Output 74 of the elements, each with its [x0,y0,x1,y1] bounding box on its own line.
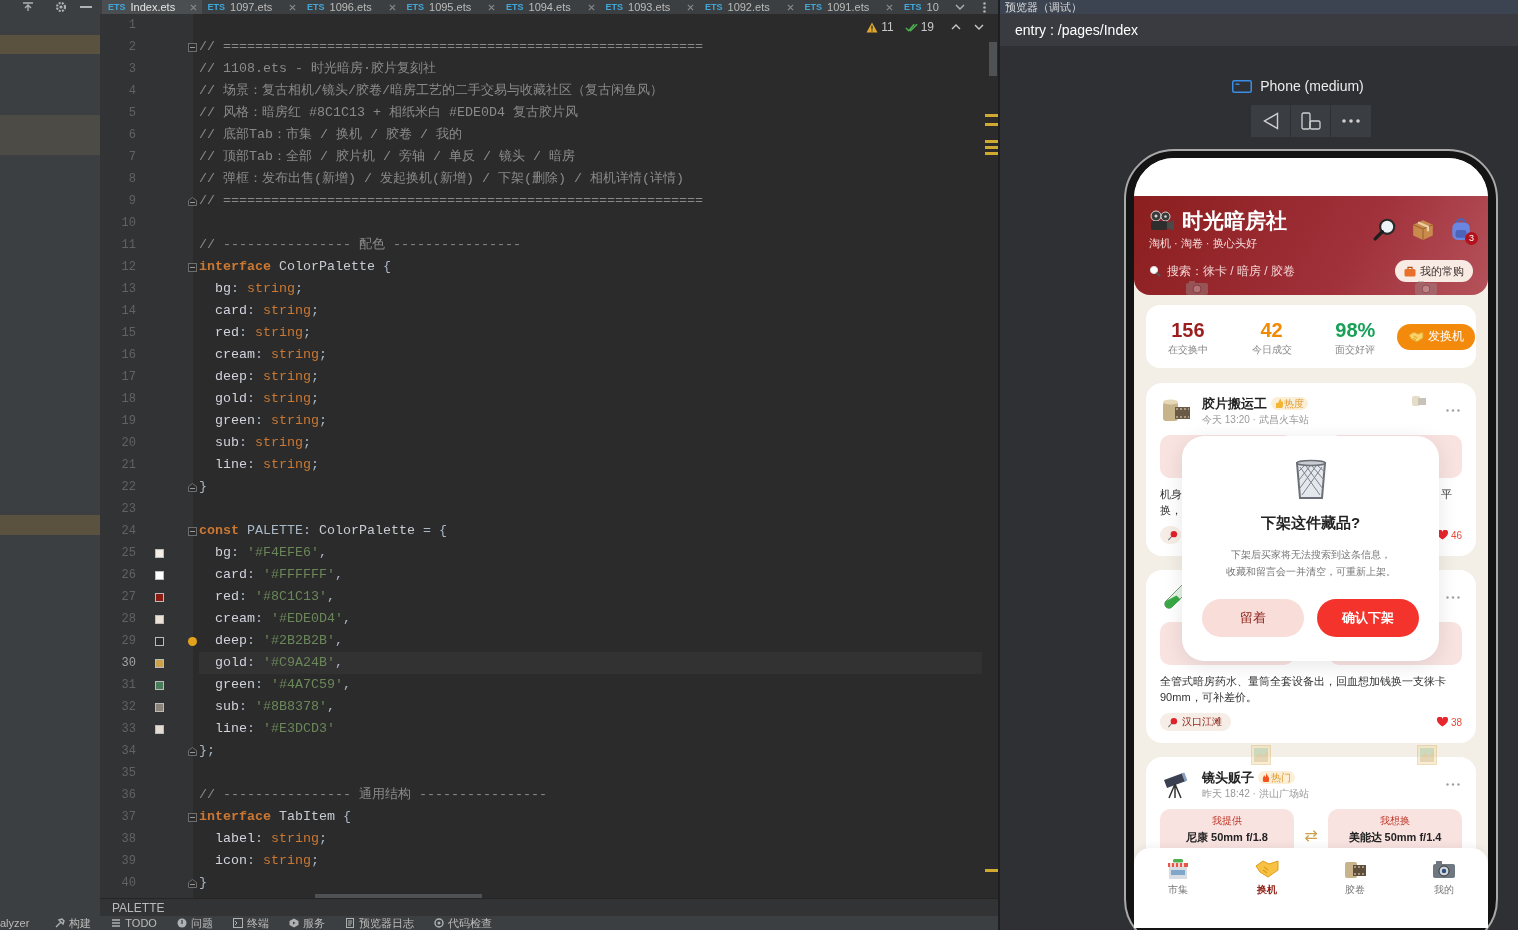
code-line: bg: string; [214,280,303,298]
code-line: // ============================================================ [199,38,703,56]
code-line: line: '#E3DCD3' [214,720,335,738]
code-line: interface ColorPalette { [199,258,391,276]
dialog-message: 收藏和留言会一并清空，可重新上架。 [1225,565,1396,579]
swap-arrows: ⇄ [1303,825,1319,845]
code-line: bg: '#F4EFE6', [214,544,327,562]
code-line: icon: string; [214,852,319,870]
code-line: } [199,478,207,496]
offer-item: 美能达 50mm f/1.4 [1347,830,1443,845]
code-line: // ---------------- 配色 ---------------- [199,236,521,254]
code-line: green: string; [214,412,327,430]
post-tag: 热门 [1258,771,1295,784]
stat-value: 98% [1334,317,1377,342]
code-line: }; [199,742,215,760]
post-text: 平 [1441,487,1452,502]
code-line: // 场景：复古相机/镜头/胶卷/暗房工艺的二手交易与收藏社区（复古闲鱼风） [199,82,663,100]
notification-badge: 3 [1465,232,1478,245]
code-line: // 1108.ets - 时光暗房·胶片复刻社 [199,60,436,78]
file-type-label: ETS [605,2,623,12]
offer-label: 我提供 [1211,815,1243,827]
dialog-title: 下架这件藏品? [1260,514,1361,532]
code-line: green: '#4A7C59', [214,676,351,694]
code-line: // 顶部Tab：全部 / 胶片机 / 旁轴 / 单反 / 镜头 / 暗房 [199,148,575,166]
stat-value: 156 [1170,317,1206,342]
dialog-message: 下架后买家将无法搜索到这条信息， [1229,548,1392,562]
code-line: label: string; [214,830,327,848]
offer-item: 尼康 50mm f/1.8 [1185,830,1269,845]
code-line: deep: '#2B2B2B', [214,632,343,650]
code-line: // ============================================================ [199,192,703,210]
code-line: line: string; [214,456,319,474]
code-line: // 风格：暗房红 #8C1C13 + 相纸米白 #EDE0D4 复古胶片风 [199,104,578,122]
post-text: 换， [1160,503,1182,518]
code-line: // ---------------- 通用结构 ---------------- [199,786,547,804]
code-line: cream: string; [214,346,327,364]
code-line: sub: string; [214,434,311,452]
file-type-label: ETS [406,2,424,12]
code-line: card: '#FFFFFF', [214,566,343,584]
code-line: // 底部Tab：市集 / 换机 / 胶卷 / 我的 [199,126,462,144]
app-subtitle: 淘机 · 淘卷 · 换心头好 [1149,236,1258,250]
code-line: // 弹框：发布出售(新增) / 发起换机(新增) / 下架(删除) / 相机详情(详情) [199,170,684,188]
stat-label: 在交换中 [1166,343,1209,356]
stat-label: 面交好评 [1334,343,1377,356]
post-time: 今天 13:20 · 武昌火车站 [1202,412,1309,426]
code-line: sub: '#8B8378', [214,698,335,716]
passed-count: 19 [920,20,934,34]
file-type-label: ETS [804,2,822,12]
file-type-label: ETS [904,2,922,12]
panel-title: 预览器（调试） [1005,1,1082,13]
post-time: 昨天 18:42 · 洪山广场站 [1202,786,1309,800]
stat-label: 今日成交 [1250,343,1293,356]
file-type-label: ETS [307,2,325,12]
file-type-label: ETS [705,2,723,12]
code-line: red: '#8C1C13', [214,588,335,606]
code-line: } [199,874,207,892]
code-line: red: string; [214,324,311,342]
file-type-label: ETS [506,2,524,12]
app-title: 时光暗房社 [1182,208,1287,234]
code-line: deep: string; [214,368,319,386]
warning-count: 11 [881,20,894,34]
line-number: 30 [120,656,136,670]
file-type-label: ETS [108,2,126,12]
post-text: 全管式暗房药水、量筒全套设备出，回血想加钱换一支徕卡90mm，可补差价。 [1160,674,1447,705]
route-path: entry : /pages/Index [1015,22,1138,38]
code-line: const PALETTE: ColorPalette = { [199,522,447,540]
stat-value: 42 [1259,317,1284,342]
post-tag: 热度 [1271,397,1308,410]
code-line: interface TabItem { [199,808,351,826]
code-line: cream: '#EDE0D4', [214,610,351,628]
code-line: gold: string; [214,390,319,408]
post-text: 机身 [1160,487,1182,502]
code-line: card: string; [214,302,319,320]
offer-label: 我想换 [1379,815,1411,827]
file-type-label: ETS [207,2,225,12]
